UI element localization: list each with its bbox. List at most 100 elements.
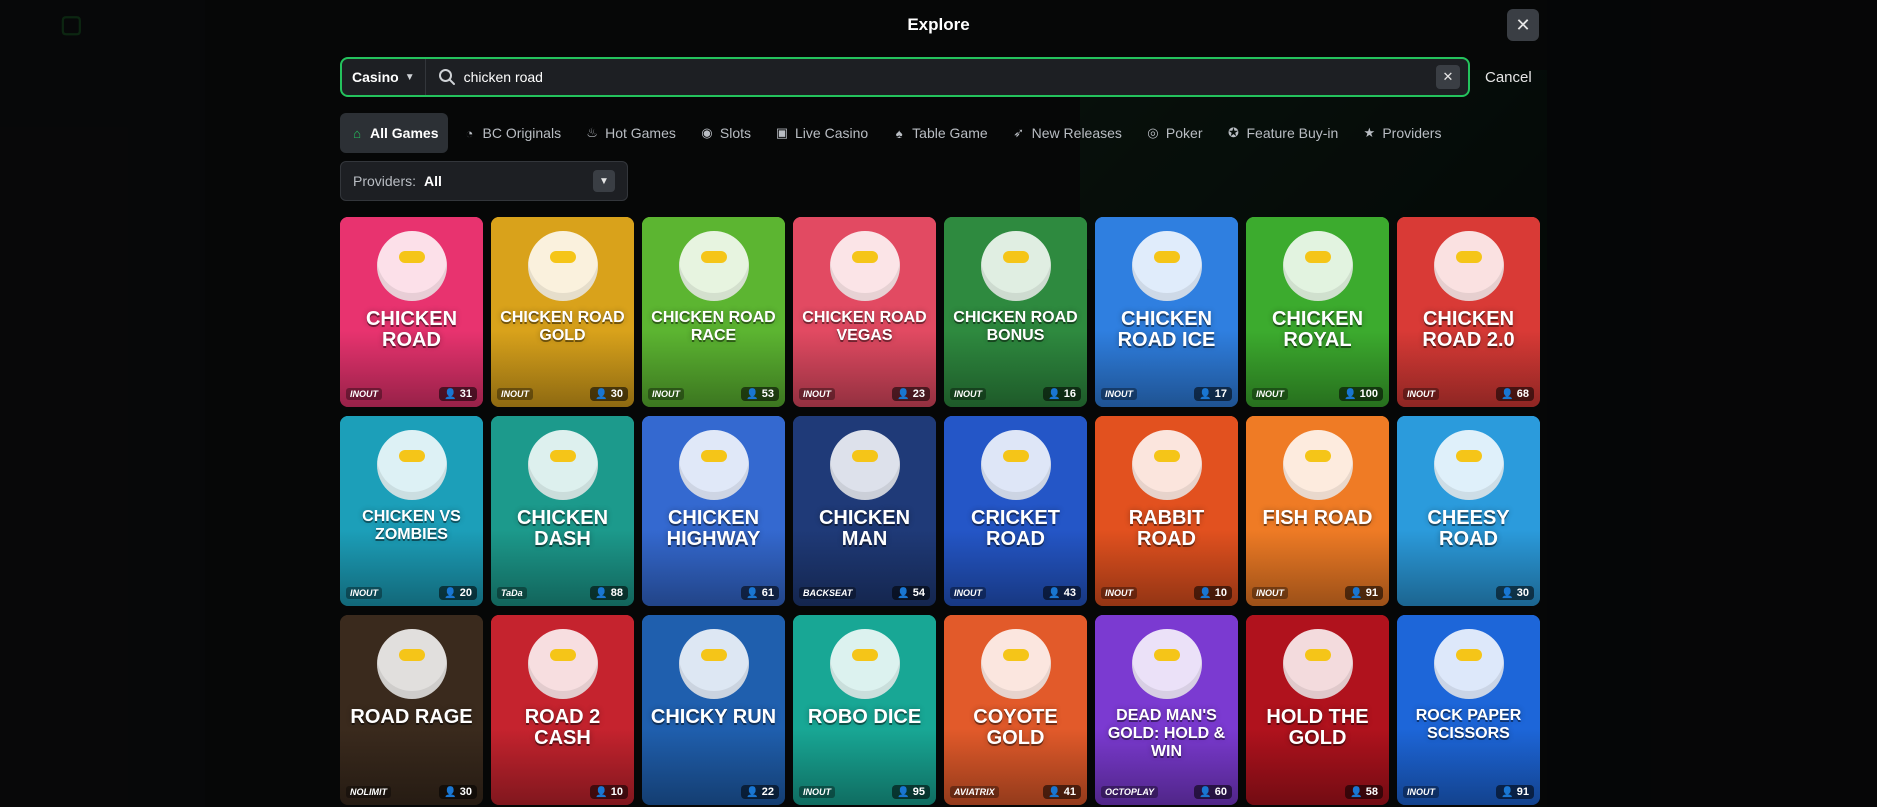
game-title: Chicky Run [650, 706, 777, 728]
providers-filter[interactable]: Providers: All ▼ [340, 161, 628, 201]
game-card[interactable]: Chicken Man BACKSEAT 👤 54 [793, 416, 936, 606]
modal-title: Explore [907, 15, 970, 34]
tab-poker[interactable]: ◎ Poker [1136, 113, 1213, 153]
clear-search-button[interactable]: ✕ [1436, 65, 1460, 89]
game-card[interactable]: Rabbit Road INOUT 👤 10 [1095, 416, 1238, 606]
user-icon: 👤 [1048, 388, 1061, 400]
game-card[interactable]: Chicken Road Gold INOUT 👤 30 [491, 217, 634, 407]
flame-icon: ♨ [586, 125, 598, 140]
user-icon: 👤 [1501, 587, 1514, 599]
tab-slots[interactable]: ◉ Slots [690, 113, 761, 153]
game-mascot-image [829, 430, 900, 500]
tab-label: Feature Buy-in [1246, 125, 1339, 141]
game-card-footer: INOUT 👤 91 [1252, 586, 1383, 600]
game-card[interactable]: Chicken Royal INOUT 👤 100 [1246, 217, 1389, 407]
game-card[interactable]: Cricket Road INOUT 👤 43 [944, 416, 1087, 606]
tab-bc-originals[interactable]: ◔ BC Originals [452, 113, 571, 153]
game-card-footer: INOUT 👤 43 [950, 586, 1081, 600]
player-count-badge: 👤 41 [1043, 785, 1081, 799]
game-card[interactable]: Fish Road INOUT 👤 91 [1246, 416, 1389, 606]
tab-feature-buy-in[interactable]: ✪ Feature Buy-in [1217, 113, 1349, 153]
tab-new-releases[interactable]: ➶ New Releases [1002, 113, 1132, 153]
game-card-footer: INOUT 👤 16 [950, 387, 1081, 401]
game-card[interactable]: Chicken Road INOUT 👤 31 [340, 217, 483, 407]
player-count: 68 [1516, 388, 1529, 400]
tab-label: New Releases [1031, 125, 1122, 141]
game-title: Chicken Road Race [651, 309, 776, 344]
game-card[interactable]: Chicken Road Ice INOUT 👤 17 [1095, 217, 1238, 407]
player-count: 22 [761, 786, 774, 798]
game-title: Rabbit Road [1128, 507, 1205, 550]
game-mascot-image [1433, 231, 1504, 301]
player-count-badge: 👤 60 [1194, 785, 1232, 799]
game-title: Chicken Man [818, 507, 911, 550]
game-mascot-image [527, 430, 598, 500]
game-card-footer: INOUT 👤 95 [799, 785, 930, 799]
player-count: 88 [610, 587, 623, 599]
slots-icon: ◉ [701, 125, 713, 140]
game-card[interactable]: Road Rage NOLIMIT 👤 30 [340, 615, 483, 805]
player-count: 53 [761, 388, 774, 400]
game-mascot-image [1282, 430, 1353, 500]
tab-hot-games[interactable]: ♨ Hot Games [575, 113, 686, 153]
game-card-footer: NOLIMIT 👤 30 [346, 785, 477, 799]
user-icon: 👤 [1199, 786, 1212, 798]
tab-table-game[interactable]: ♠ Table Game [882, 113, 997, 153]
close-button[interactable]: ✕ [1507, 9, 1539, 41]
rocket-icon: ➶ [1013, 125, 1025, 140]
tab-providers[interactable]: ★ Providers [1352, 113, 1451, 153]
player-count-badge: 👤 20 [439, 586, 477, 600]
game-card[interactable]: Chicken Highway 👤 61 [642, 416, 785, 606]
category-select[interactable]: Casino ▼ [342, 59, 426, 95]
game-provider-logo: INOUT [799, 786, 835, 798]
game-title: Cricket Road [971, 507, 1060, 550]
game-mascot-image [1131, 629, 1202, 699]
cancel-button[interactable]: Cancel [1485, 69, 1532, 86]
close-icon: ✕ [1442, 69, 1454, 84]
player-count-badge: 👤 22 [741, 785, 779, 799]
game-title: Chicken Road Vegas [802, 309, 927, 344]
search-input[interactable] [463, 69, 1436, 85]
game-provider-logo: NOLIMIT [346, 786, 391, 798]
game-card[interactable]: Chicken Road Bonus INOUT 👤 16 [944, 217, 1087, 407]
tab-all-games[interactable]: ⌂ All Games [340, 113, 449, 153]
game-card[interactable]: Chicken Road Vegas INOUT 👤 23 [793, 217, 936, 407]
player-count-badge: 👤 91 [1345, 586, 1383, 600]
game-title: Fish Road [1262, 507, 1373, 529]
player-count-badge: 👤 88 [590, 586, 628, 600]
originals-icon: ◔ [465, 125, 474, 141]
game-card[interactable]: Chicken Road 2.0 INOUT 👤 68 [1397, 217, 1540, 407]
game-card[interactable]: Chicken Road Race INOUT 👤 53 [642, 217, 785, 407]
tab-live-casino[interactable]: ▣ Live Casino [765, 113, 878, 153]
game-card[interactable]: Chicky Run 👤 22 [642, 615, 785, 805]
player-count: 41 [1063, 786, 1076, 798]
game-card-footer: BACKSEAT 👤 54 [799, 586, 930, 600]
game-title: Chicken Highway [666, 507, 761, 550]
game-card[interactable]: Chicken Dash TaDa 👤 88 [491, 416, 634, 606]
game-title: Chicken Royal [1271, 308, 1364, 351]
game-card[interactable]: Rock Paper Scissors INOUT 👤 91 [1397, 615, 1540, 805]
player-count: 61 [761, 587, 774, 599]
game-card[interactable]: Robo Dice INOUT 👤 95 [793, 615, 936, 805]
home-icon: ⌂ [353, 125, 361, 141]
game-mascot-image [1131, 231, 1202, 301]
game-grid: Chicken Road INOUT 👤 31 Chicken Road Gold INO… [340, 217, 1540, 805]
user-icon: 👤 [746, 786, 759, 798]
game-card[interactable]: Cheesy Road 👤 30 [1397, 416, 1540, 606]
user-icon: 👤 [1344, 388, 1357, 400]
category-select-value: Casino [352, 69, 399, 85]
user-icon: 👤 [444, 786, 457, 798]
game-card[interactable]: Chicken vs Zombies INOUT 👤 20 [340, 416, 483, 606]
game-provider-logo: INOUT [1252, 587, 1288, 599]
game-card[interactable]: Dead Man's Gold: Hold & Win OCTOPLAY 👤 60 [1095, 615, 1238, 805]
player-count: 31 [459, 388, 472, 400]
game-mascot-image [1433, 430, 1504, 500]
search-bar: Casino ▼ ✕ [340, 57, 1470, 97]
game-card-footer: TaDa 👤 88 [497, 586, 628, 600]
game-card[interactable]: Hold the Gold 👤 58 [1246, 615, 1389, 805]
game-card[interactable]: Coyote Gold AVIATRIX 👤 41 [944, 615, 1087, 805]
chevron-down-icon: ▼ [593, 170, 615, 192]
game-card[interactable]: Road 2 Cash 👤 10 [491, 615, 634, 805]
game-provider-logo: OCTOPLAY [1101, 786, 1159, 798]
player-count-badge: 👤 30 [1496, 586, 1534, 600]
